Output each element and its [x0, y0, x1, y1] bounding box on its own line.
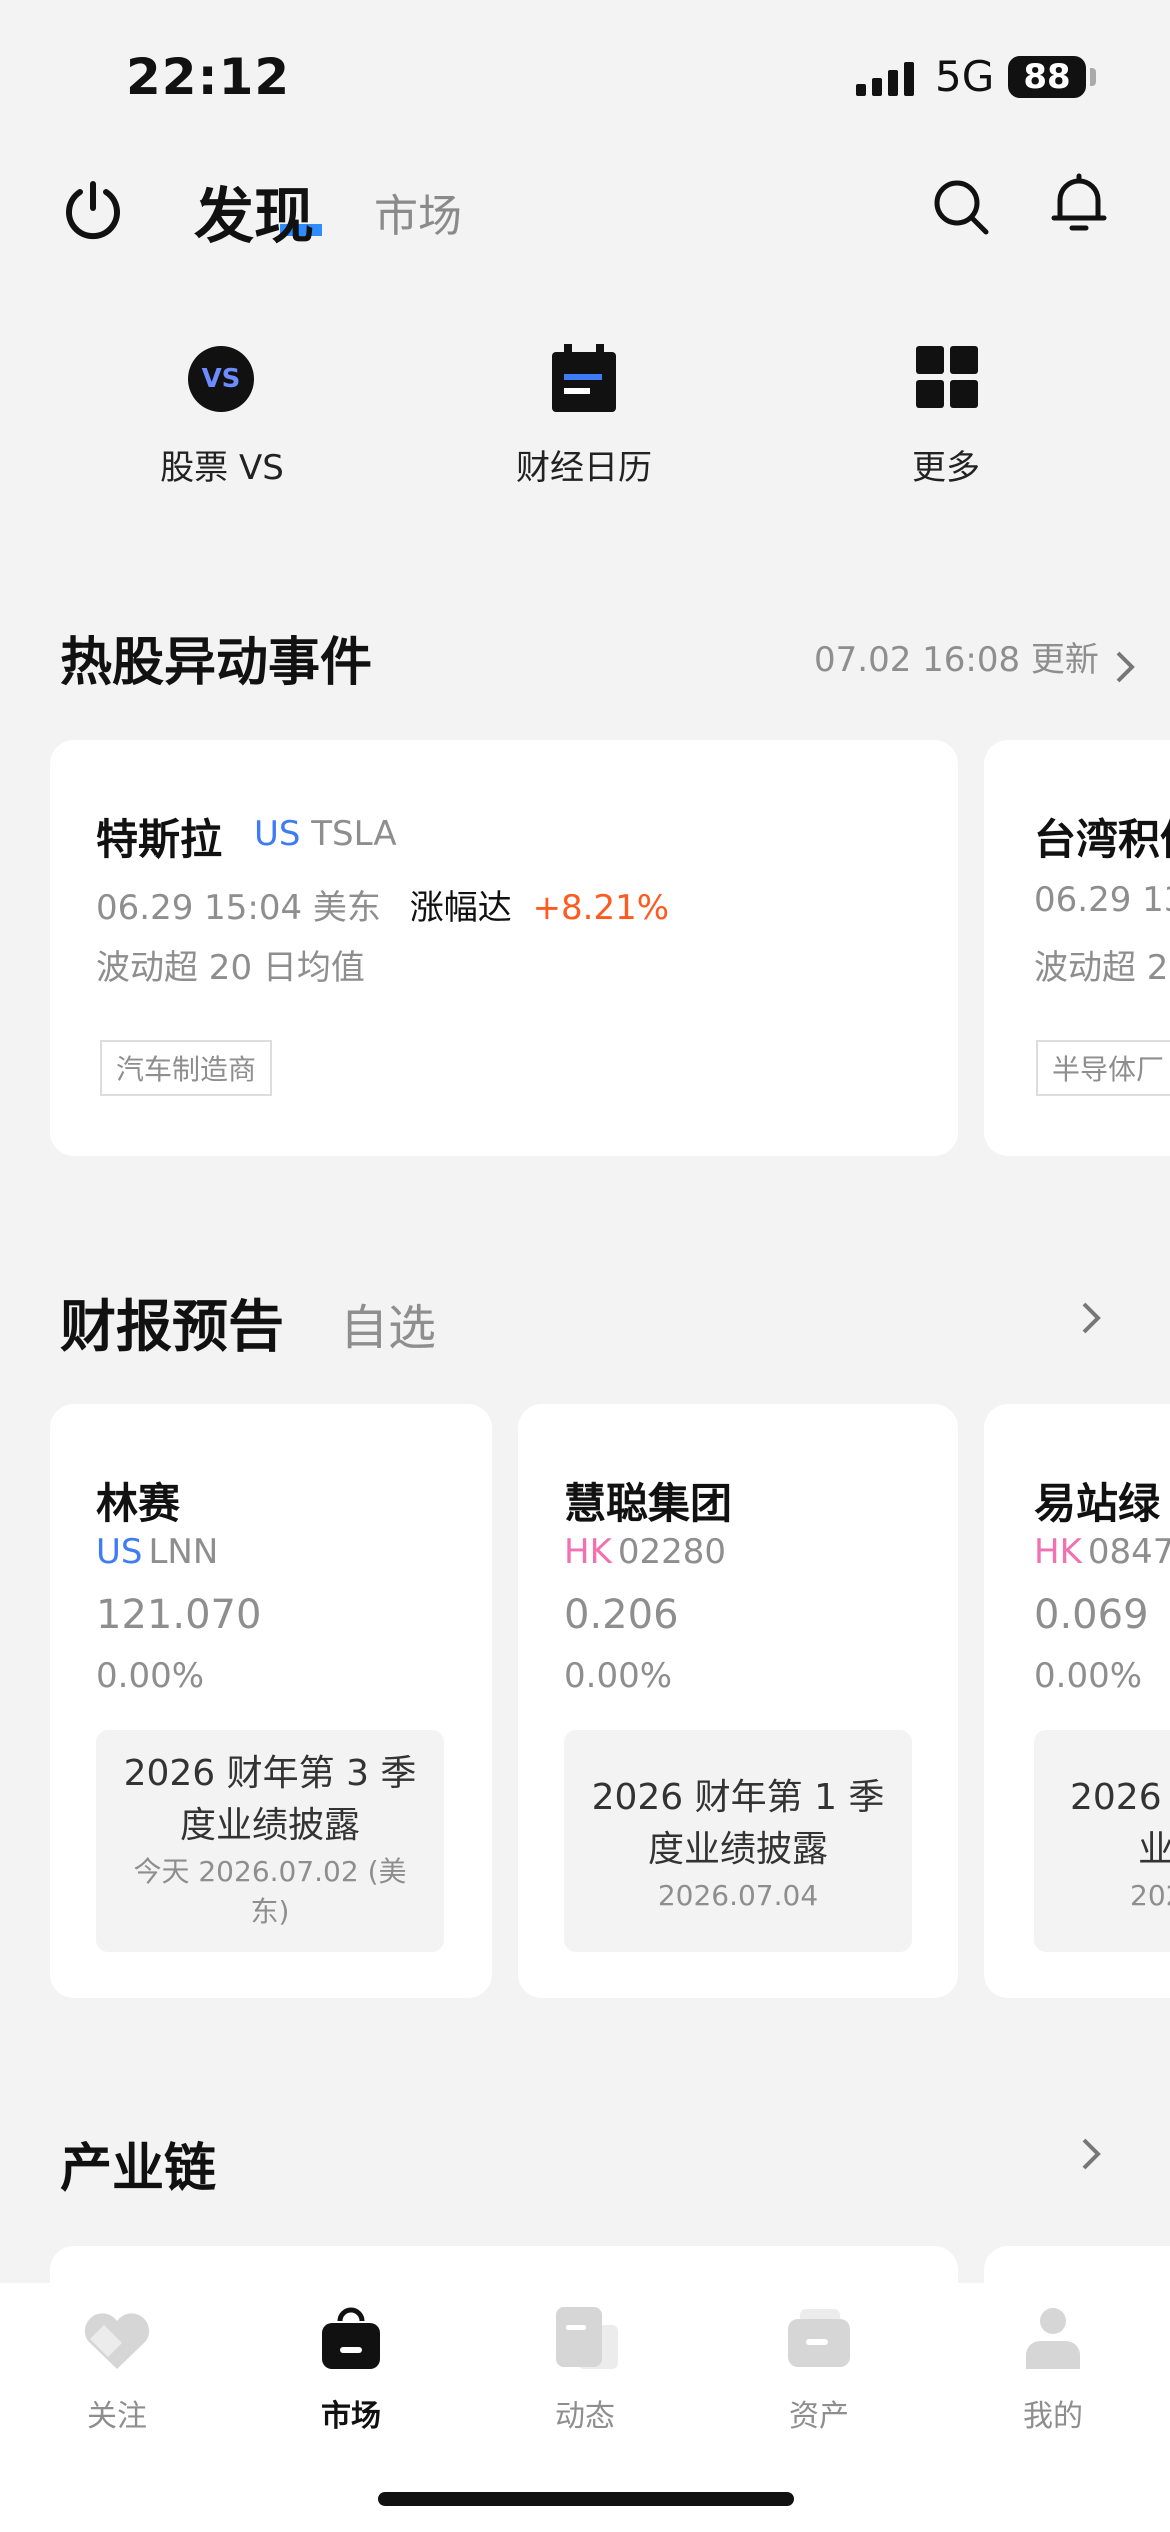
tab-discover[interactable]: 发现 — [194, 168, 314, 255]
bell-icon[interactable] — [1048, 172, 1110, 238]
hot-events-updated[interactable]: 07.02 16:08 更新 — [814, 632, 1136, 682]
chevron-right-icon — [1116, 651, 1135, 682]
ticker-label: 02280 — [617, 1532, 727, 1572]
earnings-title: 财报预告 — [60, 1295, 284, 1360]
notice-title-line2: 业 — [1138, 1829, 1170, 1870]
earnings-notice: 2026 财年第 3 季度业绩披露 今天 2026.07.02 (美东) — [96, 1730, 444, 1952]
stock-price: 0.206 — [564, 1592, 679, 1638]
earnings-filter-watchlist[interactable]: 自选 — [340, 1288, 436, 1358]
shortcut-label: 股票 VS — [160, 448, 284, 488]
nav-label: 关注 — [87, 2399, 147, 2434]
chevron-right-icon[interactable] — [1080, 2138, 1102, 2170]
earnings-card[interactable]: 慧聪集团 HK 02280 0.206 0.00% 2026 财年第 1 季度业绩… — [518, 1404, 958, 1998]
stock-price: 0.069 — [1034, 1592, 1149, 1638]
stock-code: HK 0847 — [1034, 1532, 1170, 1572]
industry-tag[interactable]: 汽车制造商 — [100, 1040, 273, 1096]
chevron-right-icon[interactable] — [1080, 1302, 1102, 1334]
shortcut-label: 更多 — [912, 448, 980, 488]
ticker-label: TSLA — [311, 814, 397, 854]
stock-name: 慧聪集团 — [564, 1479, 733, 1528]
event-card[interactable]: 特斯拉 US TSLA 06.29 15:04 美东 涨幅达 +8.21% 波动… — [50, 740, 958, 1156]
industry-tag[interactable]: 半导体厂 — [1036, 1040, 1170, 1096]
grid-icon — [916, 346, 978, 408]
earnings-notice: 2026 财年第 1 季度业绩披露 2026.07.04 — [564, 1730, 912, 1952]
stock-change: 0.00% — [1034, 1656, 1143, 1696]
nav-label: 市场 — [321, 2399, 381, 2434]
earnings-card[interactable]: 林赛 US LNN 121.070 0.00% 2026 财年第 3 季度业绩披露… — [50, 1404, 492, 1998]
nav-label: 资产 — [789, 2399, 849, 2434]
notice-title: 2026 财年第 3 季度业绩披露 — [123, 1753, 417, 1846]
market-label: US — [254, 814, 301, 854]
stock-code: US TSLA — [254, 814, 397, 854]
stock-code: HK 02280 — [564, 1532, 726, 1572]
search-icon[interactable] — [930, 176, 992, 238]
event-desc: 波动超 2 — [1034, 948, 1169, 988]
stock-name: 特斯拉 — [96, 815, 223, 864]
industry-chain-title: 产业链 — [60, 2139, 217, 2199]
nav-label: 动态 — [555, 2399, 615, 2434]
change-value: +8.21% — [532, 888, 670, 928]
earnings-notice: 2026 财 业 202 — [1034, 1730, 1170, 1952]
stock-name: 林赛 — [96, 1479, 181, 1528]
ticker-label: 0847 — [1087, 1532, 1170, 1572]
battery-icon: 88 — [1008, 56, 1086, 98]
hot-events-title: 热股异动事件 — [60, 633, 373, 693]
feed-icon — [556, 2307, 618, 2369]
home-indicator — [378, 2492, 794, 2506]
market-label: US — [96, 1532, 143, 1572]
earnings-card[interactable]: 易站绿 HK0847 0.069 0.00% 2026 财 业 202 — [984, 1404, 1170, 1998]
vs-icon: VS — [188, 346, 254, 412]
event-datetime: 06.29 15:04 美东 — [96, 888, 381, 928]
stock-change: 0.00% — [96, 1656, 205, 1696]
shortcut-calendar[interactable]: 财经日历 — [464, 340, 704, 490]
tab-market[interactable]: 市场 — [374, 180, 462, 244]
calendar-icon — [552, 344, 616, 412]
market-label: HK — [1034, 1532, 1082, 1572]
notice-date: 2026.07.04 — [657, 1879, 819, 1912]
updated-text: 07.02 16:08 更新 — [814, 640, 1099, 680]
heart-tag-icon — [84, 2313, 150, 2369]
stock-price: 121.070 — [96, 1592, 262, 1638]
shortcut-more[interactable]: 更多 — [826, 340, 1066, 490]
battery-tip — [1090, 68, 1096, 86]
wallet-icon — [788, 2309, 850, 2367]
event-desc: 波动超 20 日均值 — [96, 948, 365, 988]
signal-icon — [856, 62, 916, 96]
network-label: 5G — [935, 52, 995, 101]
stock-name: 台湾积体 — [1034, 815, 1170, 864]
stock-name: 易站绿 — [1034, 1479, 1161, 1528]
shortcut-label: 财经日历 — [516, 448, 652, 488]
market-label: HK — [564, 1532, 612, 1572]
event-datetime: 06.29 13 — [1034, 880, 1170, 920]
notice-date: 今天 2026.07.02 (美东) — [133, 1855, 407, 1928]
shortcut-stock-vs[interactable]: VS 股票 VS — [102, 340, 342, 490]
event-line: 06.29 15:04 美东 涨幅达 +8.21% — [96, 880, 669, 929]
person-icon — [1026, 2308, 1080, 2369]
power-icon[interactable] — [62, 178, 124, 240]
notice-title: 2026 财 — [1070, 1777, 1170, 1818]
status-time: 22:12 — [126, 48, 291, 106]
change-label: 涨幅达 — [409, 888, 512, 928]
notice-title: 2026 财年第 1 季度业绩披露 — [591, 1777, 885, 1870]
stock-code: US LNN — [96, 1532, 218, 1572]
event-card[interactable]: 台湾积体 06.29 13 波动超 2 半导体厂 — [984, 740, 1170, 1156]
stock-change: 0.00% — [564, 1656, 673, 1696]
nav-label: 我的 — [1023, 2399, 1083, 2434]
notice-date: 202 — [1130, 1879, 1170, 1912]
market-bag-icon — [322, 2307, 380, 2369]
ticker-label: LNN — [148, 1532, 219, 1572]
